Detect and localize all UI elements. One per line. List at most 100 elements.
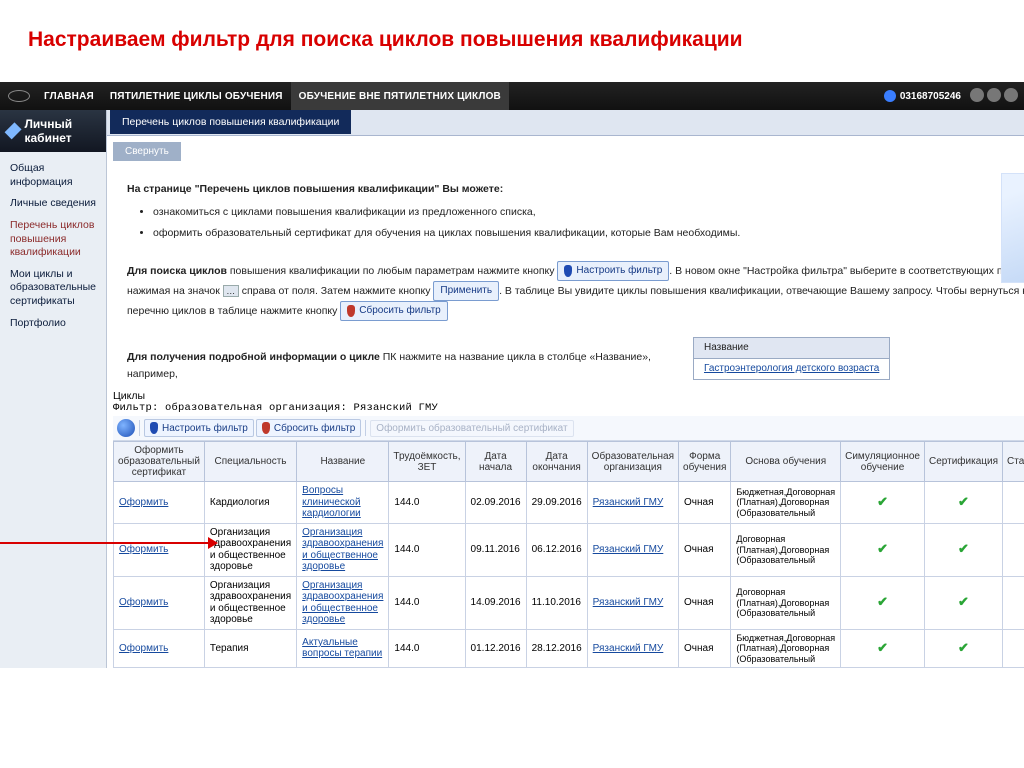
sidebar-header: Личный кабинет bbox=[0, 110, 106, 152]
inline-reset-label: Сбросить фильтр bbox=[359, 303, 440, 319]
cell-staz: — bbox=[1003, 482, 1024, 524]
cell-end: 28.12.2016 bbox=[526, 629, 587, 667]
th-name[interactable]: Название bbox=[297, 442, 389, 482]
notif-icon[interactable] bbox=[1004, 88, 1018, 102]
cell-sim: ✔ bbox=[841, 482, 925, 524]
cell-zet: 144.0 bbox=[389, 576, 465, 629]
cell-spec: Кардиология bbox=[204, 482, 296, 524]
nav-five-year[interactable]: ПЯТИЛЕТНИЕ ЦИКЛЫ ОБУЧЕНИЯ bbox=[102, 82, 291, 110]
help-icon[interactable] bbox=[987, 88, 1001, 102]
cycles-table: Оформить образовательный сертификат Спец… bbox=[113, 441, 1024, 668]
ellipsis-button[interactable]: … bbox=[223, 285, 239, 297]
sidebar-header-label: Личный кабинет bbox=[24, 117, 98, 145]
table-row: Оформить Организация здравоохранения и об… bbox=[113, 576, 1024, 629]
cell-end: 29.09.2016 bbox=[526, 482, 587, 524]
cycle-name-link[interactable]: Организация здравоохранения и общественн… bbox=[302, 527, 383, 573]
info-bullet-2: оформить образовательный сертификат для … bbox=[153, 225, 1024, 242]
th-cert[interactable]: Оформить образовательный сертификат bbox=[113, 442, 204, 482]
cell-spec: Терапия bbox=[204, 629, 296, 667]
user-id: 03168705246 bbox=[900, 91, 961, 102]
cell-staz: — bbox=[1003, 576, 1024, 629]
toolbar-reset-label: Сбросить фильтр bbox=[274, 423, 355, 434]
cell-cert: ✔ bbox=[925, 576, 1003, 629]
cycle-name-link[interactable]: Организация здравоохранения и общественн… bbox=[302, 580, 383, 626]
th-org[interactable]: Образовательная организация bbox=[587, 442, 678, 482]
cell-form: Очная bbox=[679, 482, 731, 524]
th-basis[interactable]: Основа обучения bbox=[731, 442, 841, 482]
books-illustration bbox=[1001, 173, 1024, 283]
slide-title: Настраиваем фильтр для поиска циклов пов… bbox=[0, 0, 1024, 82]
mini-example-table: Название Гастроэнтерология детского возр… bbox=[693, 337, 890, 380]
sidebar-item-general[interactable]: Общая информация bbox=[0, 158, 106, 193]
cell-basis: Бюджетная,Договорная (Платная),Договорна… bbox=[731, 629, 841, 667]
globe-icon[interactable] bbox=[970, 88, 984, 102]
pin-red-icon bbox=[347, 305, 355, 317]
org-link[interactable]: Рязанский ГМУ bbox=[593, 597, 664, 608]
sidebar-item-cycles-list[interactable]: Перечень циклов повышения квалификации bbox=[0, 215, 106, 264]
cell-start: 14.09.2016 bbox=[465, 576, 526, 629]
org-link[interactable]: Рязанский ГМУ bbox=[593, 643, 664, 654]
active-filter-text: Фильтр: образовательная организация: Ряз… bbox=[113, 402, 1024, 414]
table-row: ОформитьОрганизация здравоохранения и об… bbox=[113, 523, 1024, 576]
nav-home[interactable]: ГЛАВНАЯ bbox=[36, 82, 102, 110]
mini-table-header: Название bbox=[694, 338, 889, 359]
toolbar-reset-button[interactable]: Сбросить фильтр bbox=[256, 419, 361, 437]
inline-reset-button[interactable]: Сбросить фильтр bbox=[340, 301, 447, 321]
top-nav-bar: ГЛАВНАЯ ПЯТИЛЕТНИЕ ЦИКЛЫ ОБУЧЕНИЯ ОБУЧЕН… bbox=[0, 82, 1024, 110]
info-panel: На странице "Перечень циклов повышения к… bbox=[113, 175, 1024, 386]
cell-form: Очная bbox=[679, 523, 731, 576]
nav-outside[interactable]: ОБУЧЕНИЕ ВНЕ ПЯТИЛЕТНИХ ЦИКЛОВ bbox=[291, 82, 509, 110]
inline-apply-button[interactable]: Применить bbox=[433, 281, 499, 301]
action-link[interactable]: Оформить bbox=[119, 597, 168, 608]
cell-zet: 144.0 bbox=[389, 523, 465, 576]
info-text-1: повышения квалификации по любым параметр… bbox=[227, 265, 557, 277]
cell-form: Очная bbox=[679, 629, 731, 667]
th-zet[interactable]: Трудоёмкость, ЗЕТ bbox=[389, 442, 465, 482]
th-end[interactable]: Дата окончания bbox=[526, 442, 587, 482]
cycle-name-link[interactable]: Актуальные вопросы терапии bbox=[302, 637, 382, 660]
cell-zet: 144.0 bbox=[389, 629, 465, 667]
toolbar-filter-button[interactable]: Настроить фильтр bbox=[144, 419, 254, 437]
user-avatar-icon bbox=[884, 90, 896, 102]
mini-table-link[interactable]: Гастроэнтерология детского возраста bbox=[694, 359, 889, 379]
th-certcol[interactable]: Сертификация bbox=[925, 442, 1003, 482]
toolbar-cert-button: Оформить образовательный сертификат bbox=[370, 420, 573, 437]
inline-filter-label: Настроить фильтр bbox=[576, 263, 662, 279]
cell-start: 09.11.2016 bbox=[465, 523, 526, 576]
pin-icon bbox=[564, 265, 572, 277]
org-link[interactable]: Рязанский ГМУ bbox=[593, 497, 664, 508]
cell-sim: ✔ bbox=[841, 576, 925, 629]
sidebar-item-personal[interactable]: Личные сведения bbox=[0, 193, 106, 215]
cycle-name-link[interactable]: Вопросы клинической кардиологии bbox=[302, 485, 361, 519]
action-link[interactable]: Оформить bbox=[119, 497, 168, 508]
inline-filter-button[interactable]: Настроить фильтр bbox=[557, 261, 669, 281]
refresh-icon[interactable] bbox=[117, 419, 135, 437]
th-staz[interactable]: Стажировка bbox=[1003, 442, 1024, 482]
sidebar-item-portfolio[interactable]: Портфолио bbox=[0, 313, 106, 335]
sidebar-item-my-cycles[interactable]: Мои циклы и образовательные сертификаты bbox=[0, 264, 106, 313]
th-spec[interactable]: Специальность bbox=[204, 442, 296, 482]
cell-basis: Бюджетная,Договорная (Платная),Договорна… bbox=[731, 482, 841, 524]
th-start[interactable]: Дата начала bbox=[465, 442, 526, 482]
th-form[interactable]: Форма обучения bbox=[679, 442, 731, 482]
cell-end: 06.12.2016 bbox=[526, 523, 587, 576]
cell-basis: Договорная (Платная),Договорная (Образов… bbox=[731, 576, 841, 629]
cell-zet: 144.0 bbox=[389, 482, 465, 524]
collapse-button[interactable]: Свернуть bbox=[113, 142, 181, 161]
pin-red-icon bbox=[262, 422, 270, 434]
info-detail-strong: Для получения подробной информации о цик… bbox=[127, 351, 383, 363]
th-sim[interactable]: Симуляционное обучение bbox=[841, 442, 925, 482]
action-link[interactable]: Оформить bbox=[119, 643, 168, 654]
info-search-strong: Для поиска циклов bbox=[127, 265, 227, 277]
active-tab[interactable]: Перечень циклов повышения квалификации bbox=[110, 110, 351, 134]
cycles-title: Циклы bbox=[113, 390, 1024, 402]
org-link[interactable]: Рязанский ГМУ bbox=[593, 544, 664, 555]
cell-staz: — bbox=[1003, 629, 1024, 667]
info-bullet-1: ознакомиться с циклами повышения квалифи… bbox=[153, 204, 1024, 221]
cell-cert: ✔ bbox=[925, 482, 1003, 524]
cell-start: 02.09.2016 bbox=[465, 482, 526, 524]
tab-bar: Перечень циклов повышения квалификации bbox=[107, 110, 1024, 136]
toolbar-filter-label: Настроить фильтр bbox=[162, 423, 248, 434]
table-row: Оформить КардиологияВопросы клинической к… bbox=[113, 482, 1024, 524]
cell-end: 11.10.2016 bbox=[526, 576, 587, 629]
